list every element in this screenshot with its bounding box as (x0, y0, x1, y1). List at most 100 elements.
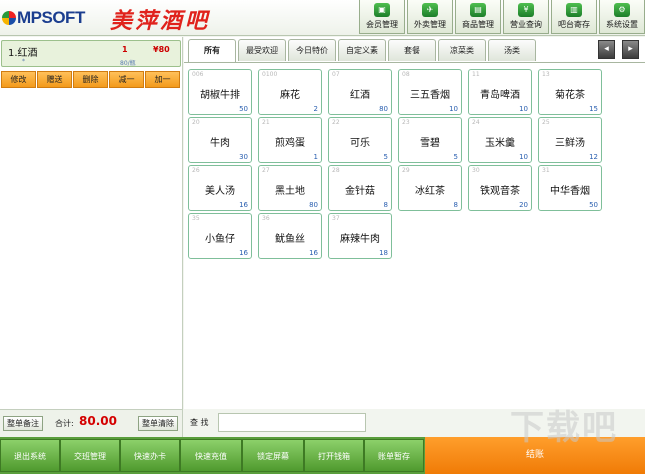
product-card[interactable]: 36 鱿鱼丝 16 (258, 213, 322, 259)
order-actions: 修改 赠送 删除 减一 加一 (1, 71, 181, 88)
product-area: 所有 最受欢迎 今日特价 自定义素 套餐 凉菜类 汤类 ◂ ▸ 006 胡椒牛排 5… (184, 37, 645, 432)
delivery-management-button[interactable]: ✈ 外卖管理 (407, 0, 453, 34)
tab-all[interactable]: 所有 (188, 39, 236, 63)
product-code: 24 (472, 119, 480, 126)
system-settings-button[interactable]: ⚙ 系统设置 (599, 0, 645, 34)
nav-label: 商品管理 (462, 20, 494, 29)
member-management-button[interactable]: ▣ 会员管理 (359, 0, 405, 34)
goods-management-button[interactable]: ▤ 商品管理 (455, 0, 501, 34)
gift-button[interactable]: 赠送 (37, 71, 72, 88)
tab-custom[interactable]: 自定义素 (338, 39, 386, 61)
modify-button[interactable]: 修改 (1, 71, 36, 88)
product-card[interactable]: 21 煎鸡蛋 1 (258, 117, 322, 163)
order-item[interactable]: 1.红酒 1 ¥80 * 80/瓶 (1, 40, 181, 67)
product-code: 13 (542, 71, 550, 78)
storage-icon: ▥ (566, 3, 582, 17)
product-name: 铁观音茶 (480, 186, 520, 197)
product-card[interactable]: 11 青岛啤酒 10 (468, 69, 532, 115)
product-name: 小鱼仔 (205, 234, 235, 245)
hold-bill-button[interactable]: 账单暂存 (364, 439, 424, 472)
product-name: 金针菇 (345, 186, 375, 197)
product-card[interactable]: 23 雪碧 5 (398, 117, 462, 163)
search-input[interactable] (218, 413, 366, 432)
tab-soups[interactable]: 汤类 (488, 39, 536, 61)
product-grid: 006 胡椒牛排 50 0100 麻花 2 07 红酒 80 08 三五香烟 10 11 青岛啤酒 10 13… (188, 69, 602, 259)
open-cash-drawer-button[interactable]: 打开钱箱 (304, 439, 364, 472)
order-note-button[interactable]: 整单备注 (3, 416, 43, 431)
tab-today-special[interactable]: 今日特价 (288, 39, 336, 61)
product-name: 雪碧 (420, 138, 440, 149)
product-name: 鱿鱼丝 (275, 234, 305, 245)
bar-storage-button[interactable]: ▥ 吧台寄存 (551, 0, 597, 34)
product-card[interactable]: 24 玉米羹 10 (468, 117, 532, 163)
order-panel: 1.红酒 1 ¥80 * 80/瓶 修改 赠送 删除 减一 加一 (0, 37, 183, 409)
product-card[interactable]: 006 胡椒牛排 50 (188, 69, 252, 115)
product-name: 可乐 (350, 138, 370, 149)
search-label: 查 找 (190, 418, 209, 427)
shift-management-button[interactable]: 交班管理 (60, 439, 120, 472)
order-item-name: 1.红酒 (8, 48, 38, 59)
product-stock: 8 (383, 201, 388, 209)
tab-scroll-right-button[interactable]: ▸ (622, 40, 639, 59)
exit-system-button[interactable]: 退出系统 (0, 439, 60, 472)
product-stock: 10 (519, 153, 528, 161)
quick-recharge-button[interactable]: 快速充值 (180, 439, 242, 472)
lock-screen-button[interactable]: 锁定屏幕 (242, 439, 304, 472)
product-card[interactable]: 08 三五香烟 10 (398, 69, 462, 115)
order-item-unit-price: 80/瓶 (120, 60, 136, 67)
product-code: 07 (332, 71, 340, 78)
order-footer: 整单备注 合计: 80.00 整单清除 (0, 409, 183, 437)
product-stock: 18 (379, 249, 388, 257)
product-code: 21 (262, 119, 270, 126)
product-card[interactable]: 07 红酒 80 (328, 69, 392, 115)
product-card[interactable]: 22 可乐 5 (328, 117, 392, 163)
product-code: 31 (542, 167, 550, 174)
quick-card-button[interactable]: 快速办卡 (120, 439, 180, 472)
product-card[interactable]: 0100 麻花 2 (258, 69, 322, 115)
order-item-price: ¥80 (153, 45, 170, 54)
product-stock: 8 (453, 201, 458, 209)
tab-cold-dishes[interactable]: 凉菜类 (438, 39, 486, 61)
product-name: 三五香烟 (410, 90, 450, 101)
product-stock: 15 (589, 105, 598, 113)
tab-popular[interactable]: 最受欢迎 (238, 39, 286, 61)
clear-order-button[interactable]: 整单清除 (138, 416, 178, 431)
product-card[interactable]: 26 美人汤 16 (188, 165, 252, 211)
product-stock: 80 (309, 201, 318, 209)
order-item-note: * (22, 58, 25, 65)
mpsoft-logo: MPSOFT (2, 8, 85, 28)
product-card[interactable]: 37 麻辣牛肉 18 (328, 213, 392, 259)
product-card[interactable]: 28 金针菇 8 (328, 165, 392, 211)
product-card[interactable]: 13 菊花茶 15 (538, 69, 602, 115)
gear-icon: ⚙ (614, 3, 630, 17)
product-card[interactable]: 29 冰红茶 8 (398, 165, 462, 211)
product-name: 麻辣牛肉 (340, 234, 380, 245)
product-stock: 30 (239, 153, 248, 161)
tab-scroll-left-button[interactable]: ◂ (598, 40, 615, 59)
delete-button[interactable]: 删除 (73, 71, 108, 88)
product-stock: 16 (239, 249, 248, 257)
product-stock: 5 (383, 153, 388, 161)
product-name: 玉米羹 (485, 138, 515, 149)
plus-one-button[interactable]: 加一 (145, 71, 180, 88)
product-card[interactable]: 25 三鲜汤 12 (538, 117, 602, 163)
product-card[interactable]: 31 中华香烟 50 (538, 165, 602, 211)
yen-icon: ¥ (518, 3, 534, 17)
minus-one-button[interactable]: 减一 (109, 71, 144, 88)
business-query-button[interactable]: ¥ 营业查询 (503, 0, 549, 34)
product-name: 美人汤 (205, 186, 235, 197)
tab-set-meal[interactable]: 套餐 (388, 39, 436, 61)
product-code: 36 (262, 215, 270, 222)
product-stock: 50 (589, 201, 598, 209)
product-code: 35 (192, 215, 200, 222)
product-card[interactable]: 35 小鱼仔 16 (188, 213, 252, 259)
order-item-qty: 1 (122, 45, 128, 54)
total-label: 合计: (55, 419, 74, 428)
product-card[interactable]: 27 黑土地 80 (258, 165, 322, 211)
nav-label: 外卖管理 (414, 20, 446, 29)
product-stock: 12 (589, 153, 598, 161)
nav-label: 系统设置 (606, 20, 638, 29)
product-card[interactable]: 20 牛肉 30 (188, 117, 252, 163)
product-card[interactable]: 30 铁观音茶 20 (468, 165, 532, 211)
logo-mark-icon (2, 11, 16, 25)
